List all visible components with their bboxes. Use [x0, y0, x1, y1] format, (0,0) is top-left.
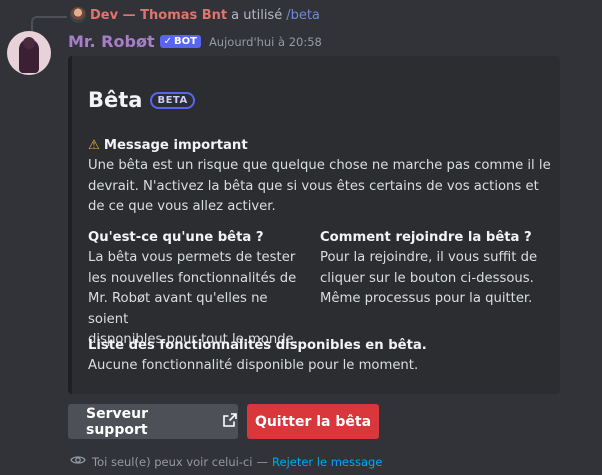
field-what-is-line: les nouvelles fonctionnalités de	[88, 270, 297, 286]
ephemeral-notice: Toi seul(e) peux voir celui-ci — Rejeter…	[70, 454, 382, 469]
bot-name[interactable]: Mr. Robøt	[68, 32, 155, 51]
field-important-value: Une bêta est un risque que quelque chose…	[88, 156, 558, 218]
embed: Bêta BETA ⚠ Message important Une bêta es…	[68, 56, 560, 394]
field-what-is-line: Mr. Robøt avant qu'elles ne soient	[88, 291, 268, 327]
external-link-icon	[222, 412, 238, 432]
reply-used-text: a utilisé	[231, 7, 283, 23]
field-how-to-join-line: cliquer sur le bouton ci-dessous.	[320, 270, 534, 286]
bot-tag: ✓ BOT	[159, 35, 201, 48]
ephemeral-text: Toi seul(e) peux voir celui-ci	[92, 454, 253, 469]
field-what-is-line: La bêta vous permets de tester	[88, 250, 296, 265]
avatar[interactable]	[7, 31, 51, 75]
quit-beta-button[interactable]: Quitter la bêta	[247, 404, 379, 439]
embed-title-row: Bêta BETA	[88, 88, 195, 112]
field-how-to-join: Comment rejoindre la bêta ? Pour la rejo…	[320, 228, 556, 310]
dismiss-message-link[interactable]: Rejeter le message	[272, 455, 382, 469]
support-server-label: Serveur support	[86, 405, 148, 438]
field-important: ⚠ Message important Une bêta est un risqu…	[88, 136, 558, 218]
reply-author[interactable]: Dev — Thomas Bnt	[90, 8, 227, 23]
field-how-to-join-name: Comment rejoindre la bêta ?	[320, 230, 532, 245]
quit-beta-label: Quitter la bêta	[254, 413, 372, 430]
reply-command[interactable]: /beta	[286, 8, 320, 23]
field-important-line: Une bêta est un risque que quelque chose…	[88, 158, 551, 173]
field-how-to-join-line: Pour la rejoindre, il vous suffit de	[320, 250, 538, 265]
reply-avatar[interactable]	[70, 7, 86, 23]
message-header: Mr. Robøt ✓ BOT Aujourd'hui à 20:58	[68, 32, 322, 51]
verified-check-icon: ✓	[163, 36, 172, 47]
field-important-line: devrait. N'activez la bêta que si vous ê…	[88, 178, 539, 194]
field-how-to-join-value: Pour la rejoindre, il vous suffit de cli…	[320, 248, 556, 310]
ephemeral-separator: —	[256, 454, 269, 469]
field-what-is: Qu'est-ce qu'une bêta ? La bêta vous per…	[88, 228, 310, 351]
support-server-button[interactable]: Serveur support	[68, 404, 238, 439]
field-features-name: Liste des fonctionnalités disponibles en…	[88, 338, 427, 353]
beta-badge: BETA	[150, 91, 195, 109]
eye-icon	[70, 454, 86, 469]
message-timestamp: Aujourd'hui à 20:58	[208, 34, 322, 49]
field-how-to-join-line: Même processus pour la quitter.	[320, 291, 533, 306]
bot-tag-label: BOT	[173, 36, 197, 47]
reply-connector	[31, 16, 67, 32]
field-important-line: de ce que vous allez activer.	[88, 199, 276, 214]
embed-title: Bêta	[88, 88, 143, 112]
avatar-figure	[19, 37, 39, 73]
field-features: Liste des fonctionnalités disponibles en…	[88, 336, 558, 377]
field-what-is-name: Qu'est-ce qu'une bêta ?	[88, 230, 264, 245]
field-important-label: Message important	[103, 138, 248, 153]
reply-context[interactable]: Dev — Thomas Bnt a utilisé /beta	[70, 6, 320, 24]
warning-icon: ⚠	[88, 138, 100, 153]
field-important-name: ⚠ Message important	[88, 136, 558, 156]
field-features-value: Aucune fonctionnalité disponible pour le…	[88, 358, 419, 373]
